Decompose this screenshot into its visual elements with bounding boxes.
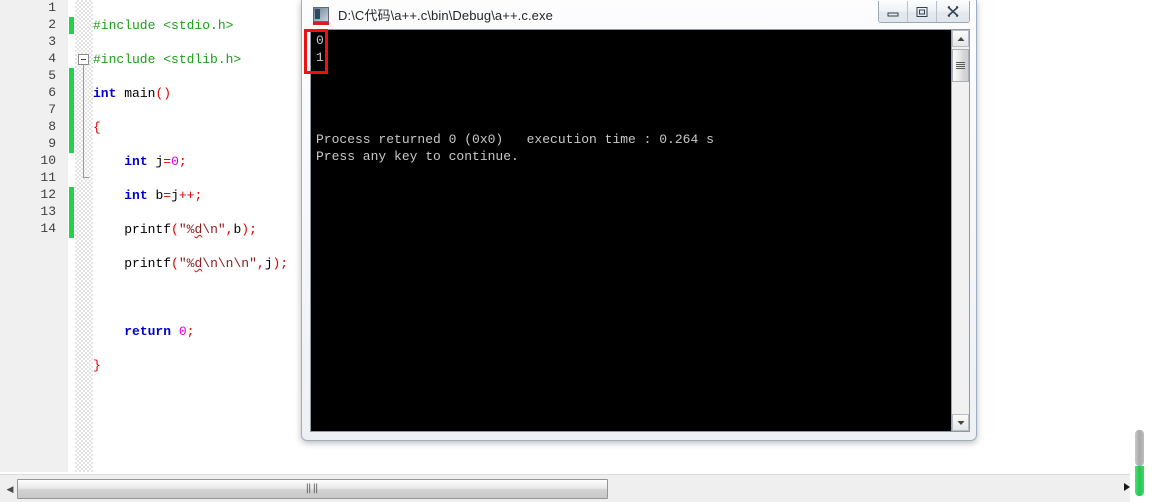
- console-vertical-scrollbar[interactable]: [951, 30, 969, 431]
- string-token: "%d\n\n\n": [178, 256, 257, 271]
- operator-token: =: [163, 154, 172, 169]
- brace-token: }: [93, 358, 101, 373]
- punctuation-token: (): [155, 86, 172, 101]
- identifier-token: j: [171, 188, 179, 203]
- number-token: 0: [178, 324, 187, 339]
- scroll-up-arrow-icon[interactable]: [952, 30, 969, 47]
- preprocessor-token: #include <stdlib.h>: [93, 52, 242, 67]
- punctuation-token: );: [241, 222, 257, 237]
- restore-button[interactable]: [908, 1, 937, 22]
- console-output-text: 0 1 Process returned 0 (0x0) execution t…: [316, 33, 714, 164]
- keyword-token: int: [93, 86, 117, 101]
- scrollbar-grip-icon: [956, 62, 965, 69]
- close-icon: [947, 6, 959, 17]
- change-marker: [69, 85, 74, 102]
- restore-icon: [916, 6, 928, 17]
- change-marker: [69, 153, 74, 170]
- punctuation-token: ;: [194, 188, 203, 203]
- punctuation-token: (: [171, 256, 179, 271]
- mouse-cursor-icon: [1124, 483, 1130, 491]
- console-window[interactable]: D:\C代码\a++.c\bin\Debug\a++.c.exe 0 1 Pro…: [301, 0, 977, 441]
- hscrollbar-grip-icon: ‖‖: [305, 484, 320, 495]
- editor-horizontal-scrollbar[interactable]: ◀ ‖‖: [0, 474, 1130, 502]
- vscrollbar-change-indicator: [1135, 466, 1144, 496]
- console-output-area[interactable]: 0 1 Process returned 0 (0x0) execution t…: [310, 29, 970, 432]
- console-scrollbar-thumb[interactable]: [952, 49, 969, 82]
- console-window-title: D:\C代码\a++.c\bin\Debug\a++.c.exe: [338, 7, 553, 23]
- console-titlebar[interactable]: D:\C代码\a++.c\bin\Debug\a++.c.exe: [302, 0, 976, 28]
- keyword-token: return: [124, 324, 172, 339]
- function-token: printf: [124, 256, 172, 271]
- change-marker: [69, 119, 74, 136]
- keyword-token: int: [124, 154, 148, 169]
- up-arrow-glyph: [957, 36, 964, 41]
- down-arrow-glyph: [957, 420, 964, 425]
- operator-token: ++: [178, 188, 195, 203]
- minimize-icon: [887, 12, 899, 16]
- punctuation-token: (: [171, 222, 179, 237]
- operator-token: =: [163, 188, 172, 203]
- close-button[interactable]: [937, 1, 969, 22]
- function-token: printf: [124, 222, 172, 237]
- number-token: 0: [171, 154, 179, 169]
- change-marker: [69, 17, 74, 34]
- punctuation-token: ;: [186, 324, 195, 339]
- minimize-button[interactable]: [879, 1, 908, 22]
- string-token: "%d\n": [178, 222, 226, 237]
- keyword-token: int: [124, 188, 148, 203]
- identifier-token: j: [264, 256, 273, 271]
- editor-vertical-scrollbar[interactable]: [1132, 0, 1146, 496]
- change-marker: [69, 221, 74, 238]
- application-window: 1 2 3 4 5 6 7 8 9 10 11 12 13 14 #include <stdio.h> #…: [0, 0, 1152, 502]
- fold-collapse-icon[interactable]: [78, 54, 89, 65]
- punctuation-token: ;: [178, 154, 187, 169]
- hscrollbar-thumb[interactable]: ‖‖: [17, 479, 608, 499]
- punctuation-token: );: [272, 256, 289, 271]
- vscrollbar-thumb[interactable]: [1135, 430, 1144, 466]
- preprocessor-token: #include <stdio.h>: [93, 18, 234, 33]
- change-marker: [69, 187, 74, 204]
- scroll-left-arrow-icon[interactable]: ◀: [4, 482, 16, 496]
- console-app-icon: [313, 6, 329, 25]
- scroll-down-arrow-icon[interactable]: [952, 414, 969, 431]
- window-controls[interactable]: [878, 1, 970, 23]
- punctuation-token: ,: [256, 256, 265, 271]
- change-marker: [69, 51, 74, 68]
- identifier-token: main: [124, 86, 156, 101]
- brace-token: {: [93, 120, 101, 135]
